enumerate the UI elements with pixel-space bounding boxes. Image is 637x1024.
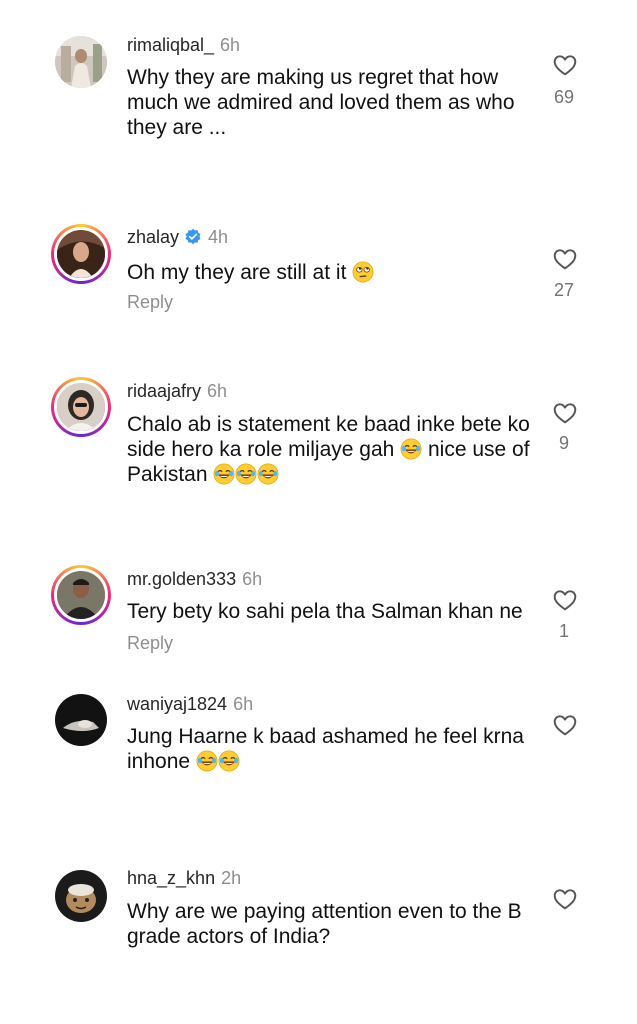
face-with-tears-of-joy-icon [400, 438, 422, 460]
comment-text: Chalo ab is statement ke baad inke bete … [127, 412, 542, 487]
comment-text: Oh my they are still at it [127, 260, 542, 285]
timestamp: 6h [220, 35, 241, 55]
username[interactable]: hna_z_khn [127, 868, 215, 888]
comment-text: Tery bety ko sahi pela tha Salman khan n… [127, 600, 523, 623]
username[interactable]: zhalay [127, 227, 179, 247]
avatar-photo [57, 383, 105, 431]
like-count[interactable]: 1 [544, 621, 584, 642]
face-with-tears-of-joy-icon [218, 750, 240, 772]
comment-text-body: Jung Haarne k baad ashamed he feel krna … [127, 725, 524, 773]
comment-text: Why they are making us regret that how m… [127, 66, 515, 139]
timestamp: 6h [233, 694, 254, 714]
avatar-photo [57, 571, 105, 619]
comment-item: rimaliqbal_ 6h Why they are making us reg… [0, 0, 637, 190]
like-count[interactable]: 9 [544, 433, 584, 454]
verified-badge-icon [185, 228, 201, 245]
avatar[interactable] [51, 377, 111, 437]
username[interactable]: rimaliqbal_ [127, 35, 214, 55]
avatar[interactable] [55, 36, 107, 88]
comment-meta: mr.golden333 6h [127, 568, 262, 590]
comment-meta: rimaliqbal_ 6h [127, 34, 240, 56]
reply-button[interactable]: Reply [127, 633, 173, 654]
face-with-tears-of-joy-icon [235, 463, 257, 485]
like-count[interactable]: 27 [544, 280, 584, 301]
avatar[interactable] [55, 870, 107, 922]
heart-outline-icon[interactable] [551, 52, 579, 78]
heart-outline-icon[interactable] [551, 400, 579, 426]
face-with-rolling-eyes-icon [352, 261, 374, 283]
comment-text-body: Oh my they are still at it [127, 261, 347, 284]
avatar-photo [57, 230, 105, 278]
heart-outline-icon[interactable] [551, 587, 579, 613]
comment-item: zhalay 4h Oh my they are still at it Rep… [0, 190, 637, 370]
reply-button[interactable]: Reply [127, 292, 173, 313]
face-with-tears-of-joy-icon [213, 463, 235, 485]
comment-text: Jung Haarne k baad ashamed he feel krna … [127, 724, 542, 774]
avatar-photo [55, 36, 107, 88]
like-count[interactable]: 69 [544, 87, 584, 108]
avatar[interactable] [51, 565, 111, 625]
comment-item: ridaajafry 6h Chalo ab is statement ke ba… [0, 370, 637, 560]
timestamp: 6h [207, 381, 228, 401]
comment-meta: zhalay 4h [127, 226, 228, 248]
heart-outline-icon[interactable] [551, 246, 579, 272]
avatar[interactable] [51, 224, 111, 284]
comment-item: mr.golden333 6h Tery bety ko sahi pela th… [0, 560, 637, 690]
heart-outline-icon[interactable] [551, 712, 579, 738]
comment-item: waniyaj1824 6h Jung Haarne k baad ashamed… [0, 690, 637, 860]
username[interactable]: waniyaj1824 [127, 694, 227, 714]
face-with-tears-of-joy-icon [257, 463, 279, 485]
heart-outline-icon[interactable] [551, 886, 579, 912]
avatar[interactable] [55, 694, 107, 746]
avatar-photo [55, 694, 107, 746]
comment-item: hna_z_khn 2h Why are we paying attention … [0, 860, 637, 1024]
comment-meta: ridaajafry 6h [127, 380, 227, 402]
timestamp: 2h [221, 868, 242, 888]
comment-meta: hna_z_khn 2h [127, 867, 241, 889]
timestamp: 4h [208, 227, 229, 247]
avatar-photo [55, 870, 107, 922]
username[interactable]: mr.golden333 [127, 569, 236, 589]
comment-text: Why are we paying attention even to the … [127, 900, 522, 948]
timestamp: 6h [242, 569, 263, 589]
username[interactable]: ridaajafry [127, 381, 201, 401]
comment-meta: waniyaj1824 6h [127, 693, 253, 715]
face-with-tears-of-joy-icon [196, 750, 218, 772]
